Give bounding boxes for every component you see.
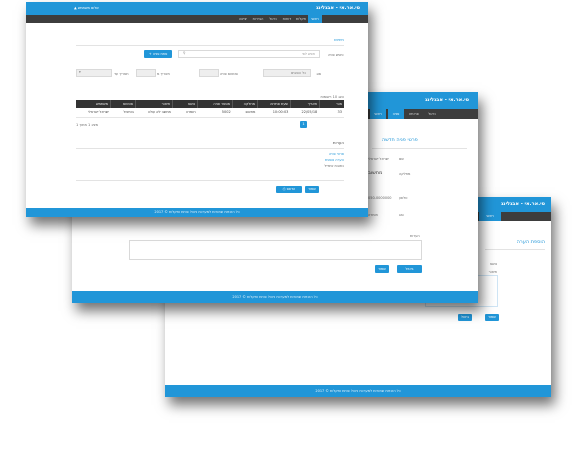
bell-icon[interactable]: ▲: [74, 6, 77, 10]
save-button[interactable]: שמור: [485, 314, 499, 321]
form-title: פרטי פניה חדשה: [382, 137, 418, 143]
form-title: הוספת הערה: [516, 239, 545, 245]
cell: ישראל ישראלי: [88, 110, 110, 114]
window-1-nav: ראשי תקלות דוחות ניהול הגדרות יציאה: [26, 15, 368, 23]
th-1[interactable]: תאריך: [290, 100, 319, 108]
th-0[interactable]: מס׳: [319, 100, 344, 108]
filter-date-to[interactable]: ▾: [76, 69, 112, 77]
window-2-footer: כל הזכויות שמורות למערכת ניהול פניות ותק…: [72, 291, 478, 303]
window-1-footer: כל הזכויות שמורות למערכת ניהול פניות ותק…: [26, 208, 368, 217]
tab-home[interactable]: ראשי: [479, 212, 501, 221]
tab-details[interactable]: פרטים: [406, 109, 422, 119]
tab-request[interactable]: פניה: [388, 109, 404, 119]
page-1-button[interactable]: 1: [300, 121, 307, 128]
tab-manage[interactable]: ניהול: [266, 15, 280, 23]
department-label: מחלקה: [399, 172, 411, 176]
tab-faults[interactable]: תקלות: [294, 15, 308, 23]
description-label: תיאור: [488, 270, 497, 274]
notes-textarea[interactable]: [129, 240, 422, 260]
cell: חומרה: [185, 110, 196, 114]
filter-status-select[interactable]: [199, 69, 219, 77]
window-1-header: סי.אר.אי - אבגלינג ▲ שלום משתמש: [26, 2, 368, 15]
notes-label: הערות: [410, 234, 420, 238]
th-5[interactable]: נושא: [172, 100, 197, 108]
filter-date-from-label: תאריך מ: [157, 72, 170, 76]
print-button[interactable]: ⎙ הדפס: [276, 186, 302, 193]
notes-title: הערות: [332, 140, 344, 145]
search-placeholder: חפש לפי: [301, 52, 315, 56]
footer-text: כל הזכויות שמורות למערכת ניהול פניות ותק…: [232, 295, 318, 299]
save-button[interactable]: שמור: [305, 186, 319, 193]
footer-text: כל הזכויות שמורות למערכת ניהול פניות ותק…: [154, 210, 240, 214]
notes-line-1: פרטי פניה: [329, 152, 344, 156]
notes-line-2: הערה נוספת: [325, 158, 344, 162]
tab-home[interactable]: ראשי: [308, 15, 322, 23]
th-7[interactable]: סטטוס: [110, 100, 135, 108]
cancel-button[interactable]: ביטול: [458, 314, 472, 321]
app-title: סי.אר.אי - אבגלינג: [316, 5, 360, 11]
filter-type-value: כל הסוגים: [290, 71, 306, 75]
section-title: חיפוש: [334, 37, 344, 42]
subject-label: נושא: [489, 262, 497, 266]
window-1: סי.אר.אי - אבגלינג ▲ שלום משתמש ראשי תקל…: [26, 2, 368, 217]
type-label: סוג: [399, 213, 404, 217]
th-6[interactable]: תיאור: [135, 100, 172, 108]
filter-date-to-label: תאריך עד: [114, 72, 129, 76]
name-label: שם: [399, 157, 404, 161]
filter-type-label: סוג: [316, 72, 321, 76]
user-label[interactable]: שלום משתמש: [78, 6, 99, 10]
filter-status-label: סטטוס פניה: [220, 72, 238, 76]
cell: 5002: [221, 110, 231, 114]
cancel-button[interactable]: ביטול: [397, 265, 422, 273]
table-row[interactable]: 33 22/05/18 10:00:03 מחשוב 5002 חומרה מח…: [76, 108, 344, 118]
pager-label: הצג 10 רשומות: [320, 95, 344, 99]
cell: מחשוב: [245, 110, 256, 114]
app-title: סי.אר.אי - אבגלינג: [501, 201, 545, 207]
footer-text: כל הזכויות שמורות למערכת ניהול פניות ותק…: [315, 389, 401, 393]
type-value: חומרה: [368, 213, 378, 217]
name-value: ישראל ישראלי: [368, 157, 390, 161]
results-table: מס׳ תאריך שעת פתיחה מחלקה מספר פניה נושא…: [76, 100, 344, 118]
chevron-down-icon: ▾: [79, 70, 81, 74]
tab-logout[interactable]: יציאה: [236, 15, 250, 23]
tab-home[interactable]: ראשי: [370, 109, 386, 119]
tab-manage[interactable]: ניהול: [424, 109, 440, 119]
th-3[interactable]: מחלקה: [232, 100, 257, 108]
new-request-button[interactable]: + פתח פניה חדשה: [144, 50, 172, 64]
tab-reports[interactable]: דוחות: [280, 15, 294, 23]
save-button[interactable]: שמור: [375, 265, 389, 273]
print-label: הדפס: [286, 187, 296, 191]
department-value: מחשוב: [368, 170, 383, 176]
app-title: סי.אר.אי - אבגלינג: [425, 97, 469, 103]
search-icon: ⚲: [183, 51, 186, 55]
cell: 22/05/18: [301, 110, 318, 114]
th-4[interactable]: מספר פניה: [197, 100, 232, 108]
phone-label: טלפון: [399, 196, 408, 200]
row-count-label: מציג 1 מתוך 1: [76, 123, 99, 127]
cell: בטיפול: [123, 110, 134, 114]
search-input[interactable]: ⚲ חפש לפי: [178, 50, 320, 58]
th-2[interactable]: שעת פתיחה: [257, 100, 290, 108]
notes-line-3: כתובת אימייל: [324, 164, 344, 168]
table-header: מס׳ תאריך שעת פתיחה מחלקה מספר פניה נושא…: [76, 100, 344, 108]
cell: 33: [337, 110, 342, 114]
tab-settings[interactable]: הגדרות: [250, 15, 266, 23]
cell: מחשב לא עולה: [147, 110, 171, 114]
printer-icon: ⎙: [282, 187, 286, 191]
th-8[interactable]: משתמש: [76, 100, 110, 108]
filter-type-select[interactable]: כל הסוגים: [263, 69, 311, 77]
user-menu[interactable]: ▲ שלום משתמש: [74, 6, 99, 10]
window-3-footer: כל הזכויות שמורות למערכת ניהול פניות ותק…: [165, 385, 551, 397]
filter-date-from[interactable]: [136, 69, 156, 77]
phone-value: 050-0000000: [368, 196, 392, 200]
search-label: חפש פניה:: [328, 53, 344, 57]
cell: 10:00:03: [272, 110, 289, 114]
